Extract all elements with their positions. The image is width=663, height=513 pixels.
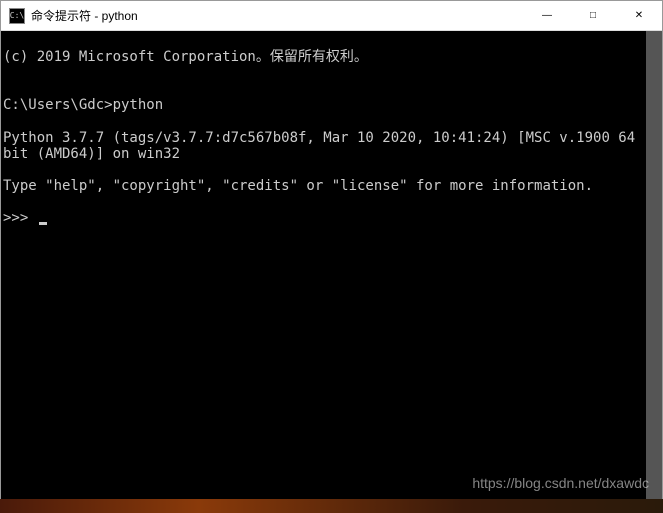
window-controls: — □ ✕ [524,1,662,30]
console-output[interactable]: (c) 2019 Microsoft Corporation。保留所有权利。 C… [1,31,662,512]
python-help-line: Type "help", "copyright", "credits" or "… [3,178,644,194]
cursor-icon [39,222,47,225]
minimize-button[interactable]: — [524,1,570,30]
bottom-decoration [0,499,663,513]
command-line: C:\Users\Gdc>python [3,97,644,113]
prompt-text: >>> [3,210,37,226]
copyright-line: (c) 2019 Microsoft Corporation。保留所有权利。 [3,49,644,65]
command-prompt-window: C:\ 命令提示符 - python — □ ✕ (c) 2019 Micros… [0,0,663,513]
python-version-line: Python 3.7.7 (tags/v3.7.7:d7c567b08f, Ma… [3,130,644,162]
close-button[interactable]: ✕ [616,1,662,30]
window-title: 命令提示符 - python [31,7,524,24]
python-prompt-line[interactable]: >>> [3,210,644,226]
maximize-button[interactable]: □ [570,1,616,30]
app-icon: C:\ [9,8,25,24]
title-bar[interactable]: C:\ 命令提示符 - python — □ ✕ [1,1,662,31]
